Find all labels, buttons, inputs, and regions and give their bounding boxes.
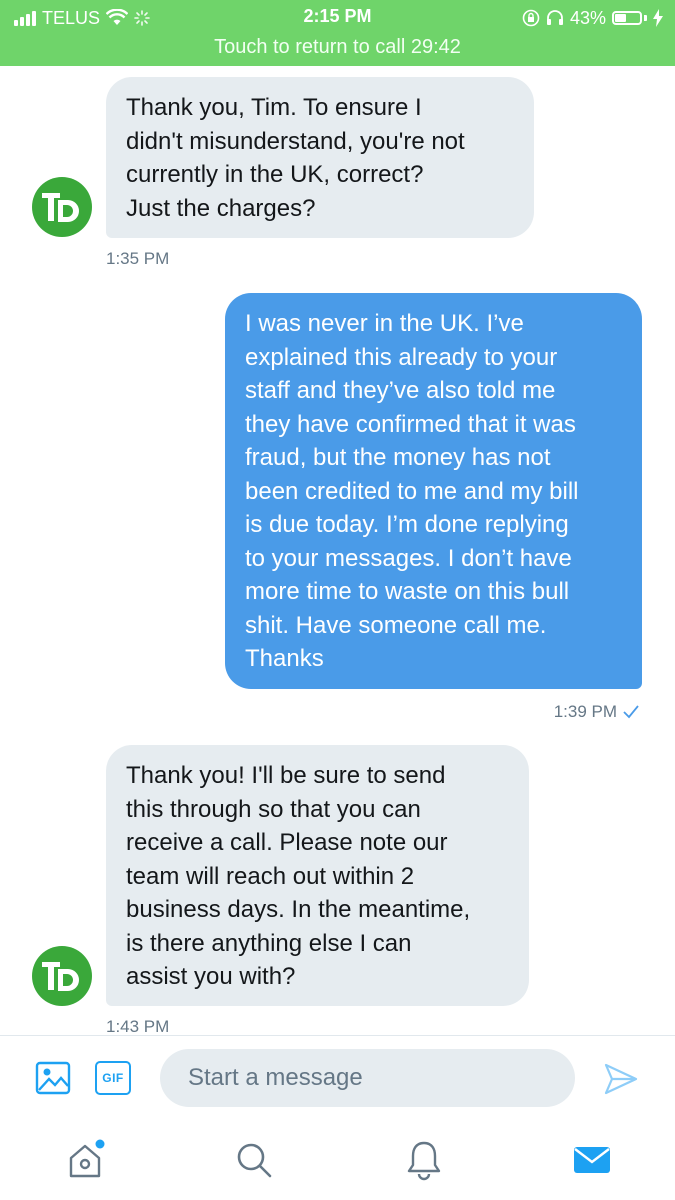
bottom-tab-bar xyxy=(0,1125,675,1200)
messages-icon xyxy=(574,1147,610,1173)
status-right: 43% xyxy=(522,6,663,30)
message-line: Just the charges? xyxy=(126,194,316,222)
message-bubble-incoming[interactable]: Thank you, Tim. To ensure I didn't misun… xyxy=(106,77,534,238)
send-button[interactable] xyxy=(603,1061,639,1097)
message-line: didn't misunderstand, you're not xyxy=(126,127,465,155)
td-avatar[interactable] xyxy=(32,177,92,237)
message-line: Thanks xyxy=(245,645,324,672)
tab-search[interactable] xyxy=(229,1135,279,1185)
notifications-icon xyxy=(407,1141,441,1181)
td-logo-icon xyxy=(42,962,79,991)
message-line: this through so that you can xyxy=(126,795,421,823)
message-line: currently in the UK, correct? xyxy=(126,161,424,188)
charging-bolt-icon xyxy=(653,9,663,27)
message-composer: GIF Start a message xyxy=(0,1035,675,1126)
battery-percent: 43% xyxy=(569,7,606,28)
image-button[interactable] xyxy=(35,1060,71,1096)
message-line: they have confirmed that it was xyxy=(245,410,576,438)
td-avatar[interactable] xyxy=(32,946,92,1006)
message-line: Thank you! I'll be sure to send xyxy=(126,762,446,789)
send-icon xyxy=(604,1063,638,1095)
message-line: receive a call. Please note our xyxy=(126,829,448,856)
tab-notifications[interactable] xyxy=(399,1135,449,1185)
td-logo-icon xyxy=(42,193,79,222)
battery-nub xyxy=(644,15,647,21)
return-to-call-banner[interactable]: Touch to return to call 29:42 xyxy=(0,36,675,59)
message-line: business days. In the meantime, xyxy=(126,896,471,923)
message-line: Thank you, Tim. To ensure I xyxy=(126,94,422,121)
message-bubble-outgoing[interactable]: I was never in the UK. I’ve explained th… xyxy=(225,293,642,689)
message-timestamp: 1:35 PM xyxy=(106,249,170,268)
battery-icon xyxy=(612,11,642,25)
message-bubble-incoming[interactable]: Thank you! I'll be sure to send this thr… xyxy=(106,745,529,1006)
message-line: staff and they’ve also told me xyxy=(245,377,556,404)
read-check-icon xyxy=(623,705,639,719)
tab-messages[interactable] xyxy=(567,1135,617,1185)
timestamp-text: 1:39 PM xyxy=(553,702,617,721)
message-line: is there anything else I can xyxy=(126,929,412,957)
message-line: been credited to me and my bill xyxy=(245,477,579,505)
message-line: team will reach out within 2 xyxy=(126,862,415,890)
message-line: is due today. I’m done replying xyxy=(245,511,569,538)
gif-icon: GIF xyxy=(102,1071,124,1085)
message-line: shit. Have someone call me. xyxy=(245,611,547,639)
message-timestamp: 1:39 PM xyxy=(554,702,639,722)
message-input-placeholder: Start a message xyxy=(188,1064,363,1091)
message-line: I was never in the UK. I’ve xyxy=(245,310,524,337)
message-line: assist you with? xyxy=(126,963,296,990)
image-icon xyxy=(35,1061,71,1095)
gif-button[interactable]: GIF xyxy=(95,1061,131,1095)
message-timestamp: 1:43 PM xyxy=(106,1017,170,1036)
rotation-lock-icon xyxy=(522,9,540,27)
status-bar: TELUS 2:15 PM 43% Touch to return to cal… xyxy=(0,0,675,66)
message-input[interactable]: Start a message xyxy=(160,1049,575,1107)
message-line: fraud, but the money has not xyxy=(245,444,551,471)
tab-home[interactable] xyxy=(60,1135,110,1185)
message-line: to your messages. I don’t have xyxy=(245,544,572,572)
message-line: explained this already to your xyxy=(245,343,558,371)
home-icon xyxy=(69,1139,105,1178)
message-line: more time to waste on this bull xyxy=(245,578,570,605)
headphones-icon xyxy=(546,10,563,25)
search-icon xyxy=(237,1143,272,1178)
